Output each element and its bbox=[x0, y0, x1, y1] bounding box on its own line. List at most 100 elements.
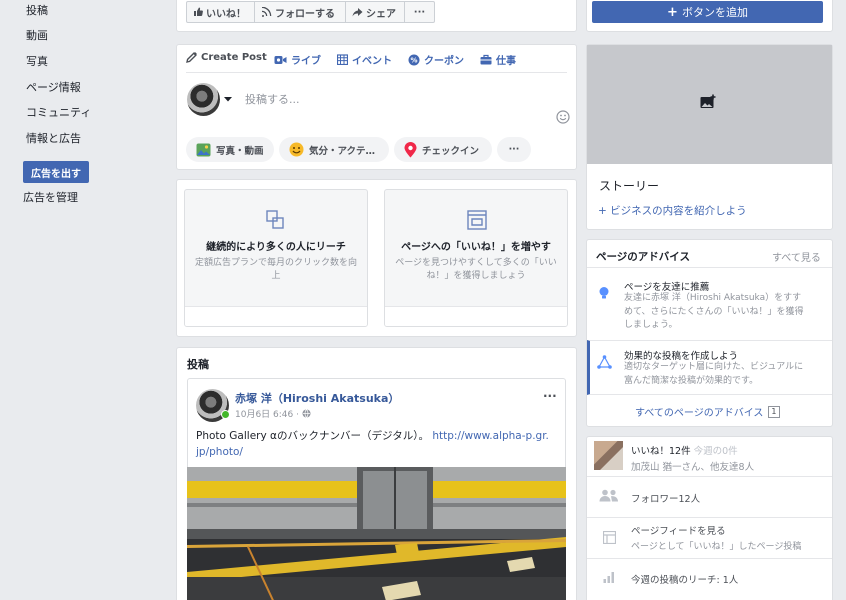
tab-create-post-label: Create Post bbox=[201, 52, 267, 63]
nav-item-photos[interactable]: 写真 bbox=[26, 53, 48, 69]
promo-reach-footer bbox=[185, 306, 367, 326]
post-body: Photo Gallery αのバックナンバー（デジタル）。 http://ww… bbox=[196, 428, 551, 461]
check-in-chip[interactable]: チェックイン bbox=[394, 137, 492, 162]
follow-label: フォローする bbox=[275, 8, 335, 20]
post-author-name[interactable]: 赤塚 洋（Hiroshi Akatsuka） bbox=[235, 390, 399, 406]
nav-item-community[interactable]: コミュニティ bbox=[26, 104, 91, 120]
story-title: ストーリー bbox=[599, 179, 660, 193]
location-pin-icon bbox=[404, 141, 417, 157]
people-icon bbox=[599, 489, 618, 502]
tab-coupon[interactable]: % クーポン bbox=[408, 52, 464, 67]
tab-jobs[interactable]: 仕事 bbox=[480, 52, 516, 67]
tab-live[interactable]: ライブ bbox=[274, 52, 321, 67]
post-date[interactable]: 10月6日 6:46 · bbox=[235, 407, 299, 420]
feed-icon bbox=[603, 531, 616, 544]
advice-recommend-desc: 友達に赤塚 洋（Hiroshi Akatsuka）をすすめて、さらにたくさんの「… bbox=[624, 293, 804, 330]
advice-recommend-title: ページを友達に推薦 bbox=[624, 282, 710, 293]
promo-card-likes[interactable]: ページへの「いいね！」を増やす ページを見つけやすくして多くの「いいね！」を獲得… bbox=[384, 189, 568, 327]
page-feed-sub: ページとして「いいね！」したページ投稿 bbox=[631, 542, 802, 552]
nav-item-page-info[interactable]: ページ情報 bbox=[26, 79, 81, 95]
promo-card-reach[interactable]: 継続的により多くの人にリーチ 定額広告プランで毎月のクリック数を向上 bbox=[184, 189, 368, 327]
create-ad-button[interactable]: 広告を出す bbox=[23, 161, 89, 183]
posts-heading: 投稿 bbox=[187, 358, 209, 371]
story-add-link[interactable]: + ビジネスの内容を紹介しよう bbox=[598, 203, 747, 218]
tab-coupon-label: クーポン bbox=[424, 56, 464, 67]
tab-event[interactable]: イベント bbox=[337, 52, 392, 67]
tab-create-post[interactable]: Create Post bbox=[186, 52, 267, 63]
add-photo-icon bbox=[700, 94, 716, 108]
likes-friends[interactable]: 加茂山 猶一さん、他友達8人 bbox=[631, 459, 754, 473]
post-photo[interactable] bbox=[187, 467, 566, 600]
share-button[interactable]: シェア bbox=[345, 1, 405, 23]
more-composer-options[interactable]: ··· bbox=[497, 137, 531, 162]
photo-video-chip[interactable]: 写真・動画 bbox=[186, 137, 274, 162]
boost-squares-icon bbox=[266, 210, 284, 229]
network-nodes-icon bbox=[597, 355, 612, 369]
page-layout-icon bbox=[467, 210, 487, 230]
promo-likes-desc: ページを見つけやすくして多くの「いいね！」を獲得しましょう bbox=[395, 258, 557, 282]
lightbulb-icon bbox=[599, 287, 609, 299]
promo-reach-desc: 定額広告プランで毎月のクリック数を向上 bbox=[195, 258, 358, 282]
page-advice-title: ページのアドバイス bbox=[596, 251, 690, 263]
add-button[interactable]: + ボタンを追加 bbox=[592, 1, 823, 23]
feeling-activity-chip[interactable]: 気分・アクテ… bbox=[279, 137, 389, 162]
globe-icon bbox=[302, 409, 311, 418]
weekly-reach: 今週の投稿のリーチ: 1人 bbox=[631, 575, 739, 586]
rss-icon bbox=[262, 7, 272, 17]
nav-item-posts[interactable]: 投稿 bbox=[26, 2, 48, 18]
feeling-activity-label: 気分・アクテ… bbox=[309, 145, 376, 157]
photo-icon bbox=[196, 143, 211, 156]
nav-item-info-ads[interactable]: 情報と広告 bbox=[26, 130, 81, 146]
check-in-label: チェックイン bbox=[422, 145, 480, 157]
video-camera-icon bbox=[274, 55, 287, 64]
post-text: Photo Gallery αのバックナンバー（デジタル）。 bbox=[196, 430, 429, 442]
advice-effective-post-desc: 適切なターゲット層に向けた、ビジュアルに富んだ簡潔な投稿が効果的です。 bbox=[624, 362, 804, 386]
likes-count[interactable]: いいね！12件 bbox=[631, 446, 691, 457]
more-actions-button[interactable]: ··· bbox=[404, 1, 435, 23]
add-button-label: ボタンを追加 bbox=[681, 6, 748, 19]
advice-effective-post-title: 効果的な投稿を作成しよう bbox=[624, 351, 739, 362]
composer-input[interactable]: 投稿する... bbox=[245, 91, 300, 107]
composer-divider bbox=[186, 72, 567, 73]
calendar-icon bbox=[337, 54, 348, 65]
tab-event-label: イベント bbox=[352, 56, 392, 67]
like-page-button[interactable]: いいね！ bbox=[186, 1, 255, 23]
post-meta: 10月6日 6:46 · bbox=[235, 407, 311, 420]
promo-reach-title: 継続的により多くの人にリーチ bbox=[206, 242, 346, 253]
manage-ads-link[interactable]: 広告を管理 bbox=[23, 189, 78, 205]
all-page-advice-link[interactable]: すべてのページのアドバイス 1 bbox=[635, 404, 780, 419]
pencil-icon bbox=[186, 52, 197, 63]
see-all-advice-link[interactable]: すべて見る bbox=[772, 249, 821, 264]
page-feed-title: ページフィードを見る bbox=[631, 526, 726, 537]
promo-likes-footer bbox=[385, 306, 567, 326]
bar-chart-icon bbox=[603, 572, 614, 583]
tab-live-label: ライブ bbox=[291, 56, 321, 67]
liker-photo[interactable] bbox=[594, 441, 623, 470]
composer-avatar[interactable] bbox=[187, 83, 220, 116]
percent-badge-icon: % bbox=[408, 54, 420, 65]
followers-row[interactable] bbox=[587, 476, 832, 517]
online-status-dot bbox=[221, 410, 230, 419]
share-label: シェア bbox=[366, 8, 396, 20]
advice-count-badge: 1 bbox=[768, 405, 780, 418]
thumbs-up-icon bbox=[194, 7, 203, 16]
follow-button[interactable]: フォローする bbox=[254, 1, 346, 23]
promo-likes-title: ページへの「いいね！」を増やす bbox=[401, 242, 551, 253]
briefcase-icon bbox=[480, 54, 492, 65]
emoji-icon[interactable] bbox=[556, 110, 570, 124]
smiley-icon bbox=[289, 142, 304, 157]
followers-count: フォロワー12人 bbox=[631, 494, 701, 505]
likes-this-week: 今週の0件 bbox=[693, 446, 738, 457]
all-page-advice-label: すべてのページのアドバイス bbox=[635, 408, 764, 419]
plus-icon: + bbox=[667, 4, 678, 20]
likes-summary: いいね！12件 今週の0件 bbox=[631, 443, 738, 457]
like-label: いいね！ bbox=[206, 8, 246, 20]
caret-down-icon[interactable] bbox=[223, 96, 233, 103]
tab-jobs-label: 仕事 bbox=[496, 56, 516, 67]
share-arrow-icon bbox=[352, 8, 363, 17]
post-options-button[interactable]: ··· bbox=[543, 389, 557, 403]
svg-text:%: % bbox=[410, 56, 417, 64]
nav-item-videos[interactable]: 動画 bbox=[26, 27, 48, 43]
train-platform-photo bbox=[187, 467, 566, 600]
photo-video-label: 写真・動画 bbox=[216, 145, 264, 157]
